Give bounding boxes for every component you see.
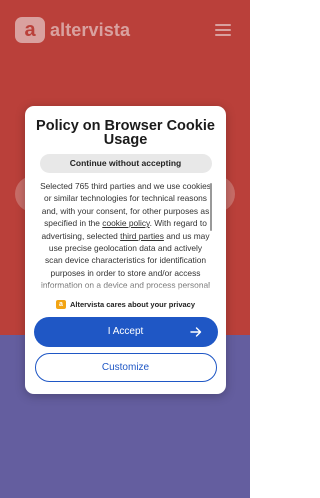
- dialog-title: Policy on Browser Cookie Usage: [36, 118, 215, 148]
- cookie-consent-dialog: Policy on Browser Cookie Usage Continue …: [25, 106, 226, 394]
- accept-button-label: I Accept: [107, 326, 144, 337]
- consent-body-scroll[interactable]: Selected 765 third parties and we use co…: [39, 180, 212, 294]
- consent-body-text: Selected 765 third parties and we use co…: [39, 180, 212, 292]
- continue-without-accepting-button[interactable]: Continue without accepting: [39, 154, 212, 173]
- privacy-notice-text: Altervista cares about your privacy: [69, 300, 196, 309]
- privacy-notice: a Altervista cares about your privacy: [25, 300, 226, 309]
- scrollbar[interactable]: [210, 183, 212, 231]
- third-parties-link[interactable]: third parties: [120, 231, 164, 241]
- altervista-small-logo-icon: a: [55, 300, 66, 309]
- page: a altervista Policy on Browser Cookie Us…: [0, 0, 250, 498]
- cookie-policy-link[interactable]: cookie policy: [102, 218, 149, 228]
- arrow-right-icon: [189, 327, 201, 337]
- accept-button[interactable]: I Accept: [33, 317, 218, 347]
- scroll-fade: [39, 280, 212, 294]
- customize-button[interactable]: Customize: [34, 353, 217, 382]
